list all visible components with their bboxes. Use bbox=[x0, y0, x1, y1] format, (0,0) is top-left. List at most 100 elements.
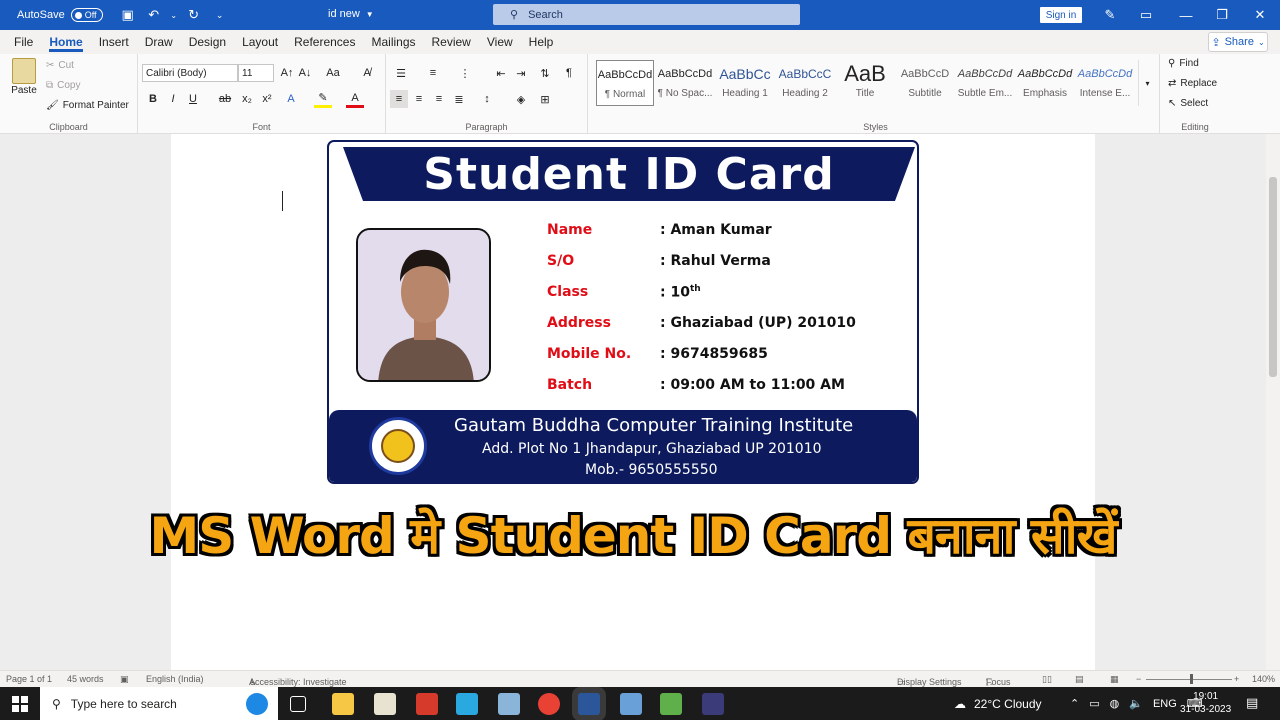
taskbar-search[interactable]: ⚲ Type here to search bbox=[40, 687, 278, 720]
vertical-scrollbar[interactable] bbox=[1266, 134, 1280, 670]
notepad-icon[interactable] bbox=[374, 693, 396, 715]
grow-font-icon[interactable]: A↑ bbox=[278, 64, 296, 82]
save-icon[interactable]: ▣ bbox=[117, 4, 139, 26]
align-center-icon[interactable]: ≡ bbox=[410, 90, 428, 108]
font-color-icon[interactable]: A bbox=[346, 90, 364, 108]
file-explorer-icon[interactable] bbox=[332, 693, 354, 715]
numbering-icon[interactable]: ≡ bbox=[424, 64, 442, 82]
align-right-icon[interactable]: ≡ bbox=[430, 90, 448, 108]
app-icon[interactable] bbox=[702, 693, 724, 715]
restore-icon[interactable]: ❐ bbox=[1204, 0, 1240, 30]
borders-icon[interactable]: ⊞ bbox=[536, 90, 554, 108]
font-name-box[interactable]: Calibri (Body) bbox=[142, 64, 238, 82]
find-button[interactable]: ⚲ Find bbox=[1168, 58, 1199, 69]
format-painter-button[interactable]: 🖌 Format Painter bbox=[46, 100, 129, 111]
clear-format-icon[interactable]: A̸ bbox=[358, 64, 376, 82]
tab-review[interactable]: Review bbox=[432, 30, 471, 54]
style-heading-1[interactable]: AaBbCc Heading 1 bbox=[716, 60, 774, 106]
change-case-icon[interactable]: Aa bbox=[324, 64, 342, 82]
battery-icon[interactable]: ▭ bbox=[1089, 697, 1099, 710]
align-left-icon[interactable]: ≡ bbox=[390, 90, 408, 108]
student-photo[interactable] bbox=[356, 228, 491, 382]
replace-button[interactable]: ⇄ Replace bbox=[1168, 78, 1217, 89]
tab-layout[interactable]: Layout bbox=[242, 30, 278, 54]
zoom-in-icon[interactable]: + bbox=[1234, 674, 1239, 684]
redo-icon[interactable]: ↻ bbox=[183, 4, 205, 26]
tab-design[interactable]: Design bbox=[189, 30, 226, 54]
autosave-toggle[interactable]: Off bbox=[70, 8, 103, 22]
web-layout-icon[interactable]: ▦ bbox=[1110, 674, 1119, 685]
zoom-level[interactable]: 140% bbox=[1252, 674, 1275, 684]
network-icon[interactable]: ◍ bbox=[1110, 697, 1120, 710]
notification-icon[interactable]: ▤ bbox=[1246, 695, 1258, 711]
tab-references[interactable]: References bbox=[294, 30, 355, 54]
copy-button[interactable]: ⧉ Copy bbox=[46, 80, 81, 91]
shrink-font-icon[interactable]: A↓ bbox=[296, 64, 314, 82]
highlight-icon[interactable]: ✎ bbox=[314, 90, 332, 108]
strikethrough-icon[interactable]: ab bbox=[216, 90, 234, 108]
language-status[interactable]: English (India) bbox=[146, 674, 204, 684]
print-layout-icon[interactable]: ▤ bbox=[1075, 674, 1084, 685]
underline-icon[interactable]: U bbox=[184, 90, 202, 108]
cut-button[interactable]: ✂ Cut bbox=[46, 60, 74, 71]
pen-icon[interactable]: ✎ bbox=[1092, 0, 1128, 30]
ribbon-display-icon[interactable]: ▭ bbox=[1128, 0, 1164, 30]
chevron-up-icon[interactable]: ⌃ bbox=[1070, 697, 1079, 710]
volume-icon[interactable]: 🔈 bbox=[1129, 697, 1143, 710]
minimize-icon[interactable]: — bbox=[1168, 0, 1204, 30]
bold-icon[interactable]: B bbox=[144, 90, 162, 108]
decrease-indent-icon[interactable]: ⇤ bbox=[492, 64, 510, 82]
green-app-icon[interactable] bbox=[660, 693, 682, 715]
tab-draw[interactable]: Draw bbox=[145, 30, 173, 54]
media-player-icon[interactable] bbox=[498, 693, 520, 715]
zoom-slider-thumb[interactable] bbox=[1190, 674, 1193, 684]
style-intense-emphasis[interactable]: AaBbCcDd Intense E... bbox=[1076, 60, 1134, 106]
bing-icon[interactable] bbox=[246, 693, 268, 715]
style-title[interactable]: AaB Title bbox=[836, 60, 894, 106]
tab-insert[interactable]: Insert bbox=[99, 30, 129, 54]
student-id-card[interactable]: Student ID Card Name: Aman Kumar S/O: Ra… bbox=[327, 140, 919, 484]
share-button[interactable]: ⇪ Share ⌄ bbox=[1208, 32, 1268, 52]
store-icon[interactable] bbox=[456, 693, 478, 715]
language-indicator[interactable]: ENG bbox=[1153, 698, 1177, 710]
page-count[interactable]: Page 1 of 1 bbox=[6, 674, 52, 684]
word-icon[interactable] bbox=[578, 693, 600, 715]
tab-mailings[interactable]: Mailings bbox=[371, 30, 415, 54]
proofing-icon[interactable]: ▣ bbox=[120, 674, 129, 685]
clock[interactable]: 19:01 31-03-2023 bbox=[1180, 690, 1231, 716]
italic-icon[interactable]: I bbox=[164, 90, 182, 108]
close-icon[interactable]: ✕ bbox=[1242, 0, 1278, 30]
read-mode-icon[interactable]: ▯▯ bbox=[1042, 674, 1052, 685]
weather-widget[interactable]: ☁ 22°C Cloudy bbox=[954, 687, 1042, 720]
style-no-spacing[interactable]: AaBbCcDd ¶ No Spac... bbox=[656, 60, 714, 106]
text-effects-icon[interactable]: A bbox=[282, 90, 300, 108]
dropdown-icon[interactable]: ⌄ bbox=[169, 4, 179, 26]
justify-icon[interactable]: ≣ bbox=[450, 90, 468, 108]
tab-help[interactable]: Help bbox=[529, 30, 554, 54]
styles-gallery-scroll-icon[interactable]: ▾ bbox=[1138, 60, 1156, 106]
zoom-out-icon[interactable]: − bbox=[1136, 674, 1141, 684]
increase-indent-icon[interactable]: ⇥ bbox=[512, 64, 530, 82]
document-name[interactable]: id new ▼ bbox=[328, 8, 374, 20]
tab-home[interactable]: Home bbox=[49, 30, 84, 54]
style-subtle-emphasis[interactable]: AaBbCcDd Subtle Em... bbox=[956, 60, 1014, 106]
subscript-icon[interactable]: x₂ bbox=[238, 90, 256, 108]
undo-icon[interactable]: ↶ bbox=[143, 4, 165, 26]
windows-start-icon[interactable] bbox=[12, 696, 28, 712]
bullets-icon[interactable]: ☰ bbox=[392, 64, 410, 82]
select-button[interactable]: ↖ Select bbox=[1168, 98, 1208, 109]
paint-icon[interactable] bbox=[620, 693, 642, 715]
sign-in-button[interactable]: Sign in bbox=[1040, 7, 1082, 23]
multilevel-list-icon[interactable]: ⋮ bbox=[456, 64, 474, 82]
customize-toolbar-icon[interactable]: ⌄ bbox=[209, 4, 231, 26]
line-spacing-icon[interactable]: ↕ bbox=[478, 90, 496, 108]
style-emphasis[interactable]: AaBbCcDd Emphasis bbox=[1016, 60, 1074, 106]
superscript-icon[interactable]: x² bbox=[258, 90, 276, 108]
search-box[interactable]: ⚲ Search bbox=[493, 4, 800, 25]
pilcrow-icon[interactable]: ¶ bbox=[560, 64, 578, 82]
zoom-slider-track[interactable] bbox=[1146, 679, 1232, 680]
word-count[interactable]: 45 words bbox=[67, 674, 104, 684]
shading-icon[interactable]: ◈ bbox=[512, 90, 530, 108]
font-size-box[interactable]: 11 bbox=[238, 64, 274, 82]
acrobat-icon[interactable] bbox=[416, 693, 438, 715]
